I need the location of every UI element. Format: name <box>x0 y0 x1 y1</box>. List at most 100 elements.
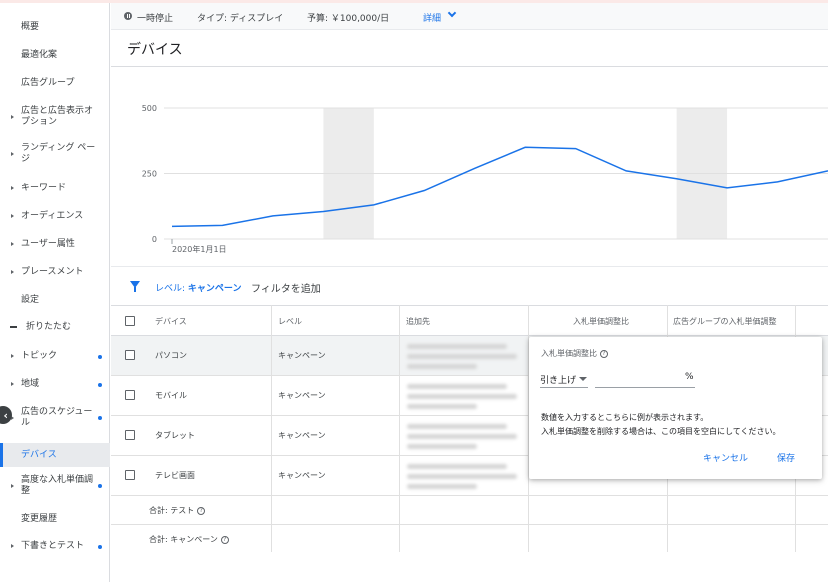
notification-dot <box>98 382 102 387</box>
row-checkbox[interactable] <box>125 430 135 440</box>
header-device[interactable]: デバイス <box>155 316 187 327</box>
select-all-checkbox[interactable] <box>125 316 135 326</box>
sidebar-item-label: デバイス <box>21 449 57 460</box>
level-cell: キャンペーン <box>278 351 326 360</box>
device-cell: モバイル <box>155 391 187 400</box>
sidebar-item[interactable]: 高度な入札単価調整 <box>0 475 110 497</box>
sidebar-item-label: キーワード <box>21 183 67 193</box>
filter-bar: レベル: キャンペーン フィルタを追加 <box>111 268 828 305</box>
expand-arrow-icon <box>11 483 14 488</box>
details-link[interactable]: 詳細 <box>423 11 441 24</box>
total-label-text: 合計: キャンペーン <box>149 535 218 544</box>
sidebar-item-label: オーディエンス <box>21 211 84 221</box>
notification-dot <box>98 484 102 488</box>
level-filter[interactable]: レベル: キャンペーン <box>155 281 241 294</box>
sidebar-item[interactable]: オーディエンス <box>0 211 110 222</box>
sidebar-item-label: ユーザー属性 <box>21 239 75 249</box>
redacted-text <box>407 344 507 349</box>
sidebar-item-label: 広告グループ <box>21 78 75 88</box>
redacted-text <box>407 354 517 359</box>
expand-arrow-icon <box>11 382 14 386</box>
expand-arrow-icon <box>11 270 14 274</box>
expand-arrow-icon <box>11 114 14 119</box>
header-adgroup-bid-adjustment[interactable]: 広告グループの入札単価調整 <box>673 316 777 327</box>
sidebar-item[interactable]: デバイス <box>0 443 110 467</box>
header-bid-adjustment[interactable]: 入札単価調整比 <box>573 316 629 327</box>
header-level[interactable]: レベル <box>278 316 302 327</box>
sidebar: 概要最適化案広告グループ広告と広告表示オプション ランディング ページキーワードオ… <box>0 3 110 582</box>
sidebar-item-label: 最適化案 <box>21 50 58 60</box>
pause-icon <box>124 12 132 20</box>
line-chart: 0 250 500 2020年1月1日 <box>142 104 828 254</box>
expand-arrow-icon <box>11 544 14 548</box>
sidebar-item-label: 概要 <box>21 22 40 32</box>
total-label-text: 合計: テスト <box>149 506 195 515</box>
row-checkbox[interactable] <box>125 470 135 480</box>
sidebar-item[interactable]: ランディング ページ <box>0 143 110 165</box>
page-footer-space <box>111 552 828 582</box>
redacted-text <box>407 464 507 469</box>
redacted-text <box>407 434 517 439</box>
table-header: デバイス レベル 追加先 入札単価調整比 広告グループの入札単価調整 <box>111 305 828 336</box>
chart-area: 0 250 500 2020年1月1日 <box>111 68 828 267</box>
sidebar-item[interactable]: 下書きとテスト <box>0 541 110 552</box>
sidebar-item[interactable]: プレースメント <box>0 267 110 278</box>
sidebar-item[interactable]: キーワード <box>0 183 110 194</box>
header-added-to[interactable]: 追加先 <box>406 316 430 327</box>
x-tick-label: 2020年1月1日 <box>172 244 227 254</box>
redacted-text <box>407 474 517 479</box>
sidebar-item[interactable]: 設定 <box>0 295 110 306</box>
help-icon[interactable]: ? <box>220 535 229 544</box>
cancel-button[interactable]: キャンセル <box>703 451 748 464</box>
expand-arrow-icon <box>11 186 14 190</box>
collapse-button[interactable]: 折りたたむ <box>0 322 110 333</box>
sidebar-item[interactable]: 広告のスケジュール <box>0 407 110 429</box>
sidebar-item-label: プレースメント <box>21 267 84 277</box>
device-cell: テレビ画面 <box>155 471 195 480</box>
level-cell: キャンペーン <box>278 471 326 480</box>
percent-input[interactable] <box>595 387 695 388</box>
redacted-text <box>407 484 477 489</box>
filter-icon[interactable] <box>130 281 140 292</box>
status-bar: 一時停止 タイプ: ディスプレイ 予算: ￥100,000/日 詳細 <box>111 3 828 30</box>
notification-dot <box>98 416 102 420</box>
sidebar-item[interactable]: ユーザー属性 <box>0 239 110 250</box>
sidebar-item-label: 変更履歴 <box>21 514 58 524</box>
redacted-text <box>407 424 507 429</box>
redacted-text <box>407 444 477 449</box>
sidebar-item-label: 高度な入札単価調整 <box>21 475 94 496</box>
sidebar-item[interactable]: 広告グループ <box>0 78 110 89</box>
popup-message-2: 入札単価調整を削除する場合は、この項目を空白にしてください。 <box>541 427 781 436</box>
total-row: 合計: テスト? <box>111 496 828 525</box>
total-row: 合計: キャンペーン? <box>111 525 828 554</box>
sidebar-item[interactable]: 地域 <box>0 379 110 390</box>
chevron-down-icon[interactable] <box>447 8 457 18</box>
help-icon[interactable]: ? <box>197 506 206 515</box>
popup-title-text: 入札単価調整比 <box>541 349 597 358</box>
expand-arrow-icon <box>11 242 14 246</box>
dropdown-caret-icon[interactable] <box>579 377 587 381</box>
redacted-text <box>407 384 507 389</box>
percent-suffix: % <box>685 372 694 382</box>
campaign-type: タイプ: ディスプレイ <box>197 14 284 24</box>
sidebar-item[interactable]: 最適化案 <box>0 50 110 61</box>
sidebar-item[interactable]: 変更履歴 <box>0 514 110 525</box>
sidebar-item[interactable]: 概要 <box>0 22 110 33</box>
y-tick-label: 0 <box>152 235 157 244</box>
redacted-text <box>407 404 477 409</box>
add-filter-button[interactable]: フィルタを追加 <box>251 280 321 295</box>
sidebar-item-label: 下書きとテスト <box>21 541 85 551</box>
help-icon[interactable]: ? <box>600 349 608 358</box>
row-checkbox[interactable] <box>125 390 135 400</box>
column-divider <box>399 305 400 552</box>
sidebar-item[interactable]: 広告と広告表示オプション <box>0 106 110 128</box>
column-divider <box>271 305 272 552</box>
level-cell: キャンペーン <box>278 431 326 440</box>
sidebar-item[interactable]: トピック <box>0 351 110 362</box>
sidebar-item-label: 広告と広告表示オプション <box>21 106 94 127</box>
row-checkbox[interactable] <box>125 350 135 360</box>
save-button[interactable]: 保存 <box>777 451 795 464</box>
sidebar-item-label: 地域 <box>21 379 40 389</box>
total-label: 合計: キャンペーン? <box>149 534 229 545</box>
sidebar-item-label: トピック <box>21 351 58 361</box>
